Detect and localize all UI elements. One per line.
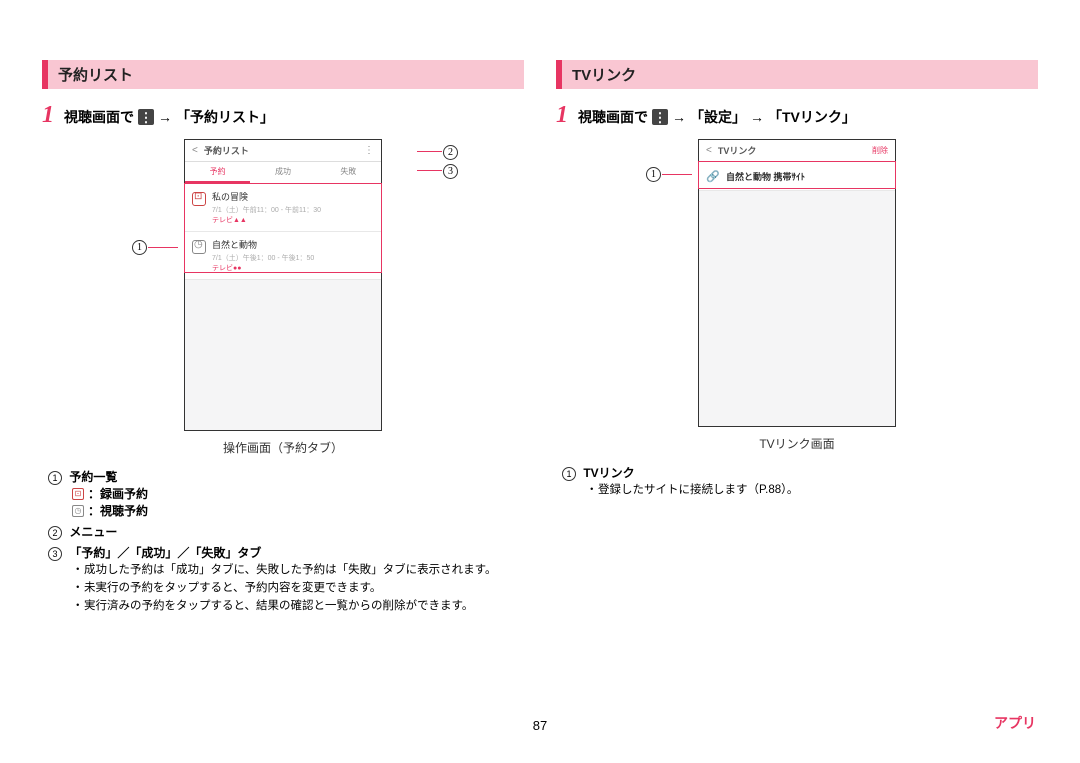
- callout-1: 1: [132, 239, 147, 255]
- step-number: 1: [556, 103, 568, 127]
- bullet: 未実行の予約をタップすると、予約内容を変更できます。: [72, 579, 524, 595]
- phone-list: 🔗 自然と動物 携帯ｻｲﾄ: [699, 162, 895, 426]
- step-mid: 「設定」: [690, 107, 746, 127]
- delete-button[interactable]: 削除: [872, 145, 888, 156]
- desc-title: TVリンク: [583, 466, 634, 480]
- item-title: 自然と動物: [212, 238, 374, 251]
- phone-titlebar: < TVリンク 削除: [699, 140, 895, 162]
- step-target: 「TVリンク」: [768, 107, 856, 127]
- list-item[interactable]: 私の冒険 7/1（土）午前11：00 - 午前11：30テレビ▲▲: [185, 184, 381, 232]
- callout-2: 2: [443, 144, 458, 160]
- item-subtitle: 7/1（土）午前11：00 - 午前11：30テレビ▲▲: [212, 205, 374, 225]
- watch-mini-icon: ◷: [72, 505, 84, 517]
- desc-num-1: 1: [48, 471, 62, 485]
- footer-label: アプリ: [994, 713, 1036, 733]
- desc-num-3: 3: [48, 547, 62, 561]
- desc-title: 「予約」／「成功」／「失敗」タブ: [69, 546, 261, 560]
- phone-frame-left: < 予約リスト ⋮ 予約 成功 失敗 私の冒険 7: [184, 139, 382, 431]
- phone-tabs: 予約 成功 失敗: [185, 162, 381, 184]
- step-arrow: →: [750, 109, 764, 125]
- back-icon[interactable]: <: [192, 145, 198, 156]
- desc-num-1: 1: [562, 467, 576, 481]
- page-number: 87: [533, 718, 547, 733]
- left-column: 予約リスト 1 視聴画面で → 「予約リスト」 1 2 3 <: [42, 60, 524, 617]
- desc-title: メニュー: [69, 525, 117, 539]
- description-list: 1 TVリンク 登録したサイトに接続します（P.88）。: [556, 464, 1038, 497]
- phone-titlebar: < 予約リスト ⋮: [185, 140, 381, 162]
- bullet: 登録したサイトに接続します（P.88）。: [586, 481, 1038, 497]
- desc-num-2: 2: [48, 526, 62, 540]
- step-1-right: 1 視聴画面で → 「設定」 → 「TVリンク」: [556, 103, 1038, 127]
- item-title: 私の冒険: [212, 190, 374, 203]
- desc-sub-watch: ：視聴予約: [88, 502, 148, 519]
- record-mini-icon: ⊡: [72, 488, 84, 500]
- phone-title: TVリンク: [718, 144, 757, 157]
- list-item[interactable]: 自然と動物 7/1（土）午後1：00 - 午後1：50テレビ●●: [185, 232, 381, 280]
- phone-list: 私の冒険 7/1（土）午前11：00 - 午前11：30テレビ▲▲ 自然と動物 …: [185, 184, 381, 430]
- phone-menu-icon[interactable]: ⋮: [364, 145, 374, 156]
- tab-success[interactable]: 成功: [250, 162, 315, 183]
- bullet-list: 成功した予約は「成功」タブに、失敗した予約は「失敗」タブに表示されます。 未実行…: [72, 561, 524, 613]
- step-arrow: →: [672, 109, 686, 125]
- step-target: 「予約リスト」: [176, 107, 274, 127]
- bullet: 実行済みの予約をタップすると、結果の確認と一覧からの削除ができます。: [72, 597, 524, 613]
- section-header-reservation: 予約リスト: [42, 60, 524, 89]
- bullet-list: 登録したサイトに接続します（P.88）。: [586, 481, 1038, 497]
- menu-dots-icon: [652, 109, 668, 125]
- callout-3: 3: [443, 163, 458, 179]
- back-icon[interactable]: <: [706, 145, 712, 156]
- section-header-tvlink: TVリンク: [556, 60, 1038, 89]
- bullet: 成功した予約は「成功」タブに、失敗した予約は「失敗」タブに表示されます。: [72, 561, 524, 577]
- phone-frame-right: < TVリンク 削除 🔗 自然と動物 携帯ｻｲﾄ: [698, 139, 896, 427]
- watch-icon: [192, 240, 206, 254]
- step-arrow: →: [158, 109, 172, 125]
- desc-title: 予約一覧: [69, 470, 117, 484]
- callout-1: 1: [646, 166, 661, 182]
- tv-link-item[interactable]: 🔗 自然と動物 携帯ｻｲﾄ: [699, 162, 895, 191]
- record-icon: [192, 192, 206, 206]
- right-column: TVリンク 1 視聴画面で → 「設定」 → 「TVリンク」 1 < TVリンク: [556, 60, 1038, 617]
- step-1-left: 1 視聴画面で → 「予約リスト」: [42, 103, 524, 127]
- link-icon: 🔗: [706, 169, 720, 183]
- phone-title: 予約リスト: [204, 144, 249, 157]
- step-prefix: 視聴画面で: [578, 107, 648, 127]
- step-number: 1: [42, 103, 54, 127]
- desc-sub-record: ：録画予約: [88, 485, 148, 502]
- menu-dots-icon: [138, 109, 154, 125]
- tab-failure[interactable]: 失敗: [316, 162, 381, 183]
- caption-left: 操作画面（予約タブ）: [42, 439, 524, 456]
- tab-reservation[interactable]: 予約: [185, 162, 250, 183]
- item-subtitle: 7/1（土）午後1：00 - 午後1：50テレビ●●: [212, 253, 374, 273]
- step-prefix: 視聴画面で: [64, 107, 134, 127]
- caption-right: TVリンク画面: [556, 435, 1038, 452]
- item-title: 自然と動物 携帯ｻｲﾄ: [726, 170, 805, 183]
- description-list: 1 予約一覧 ⊡ ：録画予約 ◷ ：視聴予約 2 メニュー 3 「予約」／「成功」／…: [42, 468, 524, 613]
